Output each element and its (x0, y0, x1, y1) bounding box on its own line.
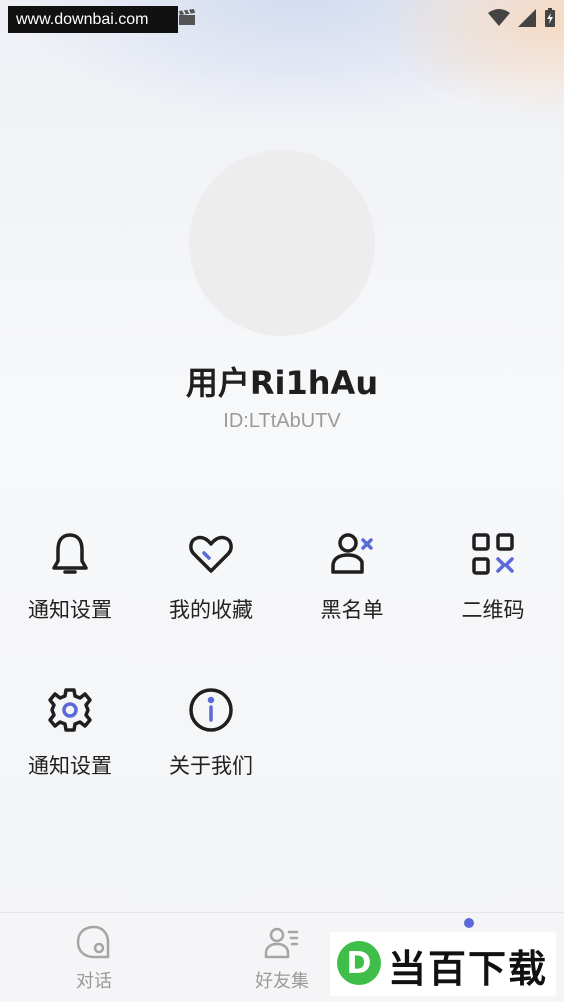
nav-item-contacts[interactable]: 好友集 (222, 923, 342, 993)
brand-logo-icon: D (337, 941, 381, 985)
menu-item-notification-settings[interactable]: 通知设置 (0, 530, 140, 624)
menu-item-label: 二维码 (461, 598, 525, 622)
menu-item-label: 通知设置 (28, 598, 112, 622)
brand-overlay: D 当百下载 (330, 932, 556, 996)
menu-item-about-us[interactable]: 关于我们 (141, 686, 281, 780)
status-bar: www.downbai.com (0, 0, 564, 36)
menu-item-blacklist[interactable]: 黑名单 (282, 530, 422, 624)
heart-icon (189, 535, 233, 573)
clapperboard-icon (179, 9, 195, 25)
menu-item-favorites[interactable]: 我的收藏 (141, 530, 281, 624)
avatar[interactable] (189, 150, 375, 336)
nav-item-label: 对话 (76, 971, 112, 992)
contacts-icon (264, 927, 299, 959)
user-block-icon (331, 533, 373, 574)
gear-icon (48, 688, 92, 732)
chat-icon (76, 925, 110, 959)
menu-item-label: 我的收藏 (169, 598, 253, 622)
wifi-icon (488, 9, 510, 26)
menu-item-settings[interactable]: 通知设置 (0, 686, 140, 780)
battery-charging-icon (545, 8, 555, 27)
bell-icon (52, 533, 88, 574)
menu-item-label: 关于我们 (169, 754, 253, 778)
watermark: www.downbai.com (8, 6, 178, 33)
nav-item-chat[interactable]: 对话 (34, 923, 154, 993)
user-id: ID:LTtAbUTV (223, 410, 341, 432)
brand-text: 当百下载 (388, 947, 549, 991)
nav-item-label: 好友集 (255, 971, 309, 992)
svg-text:D: D (347, 946, 372, 981)
menu-item-qr-code[interactable]: 二维码 (423, 530, 563, 624)
username: 用户Ri1hAu (185, 364, 379, 402)
qr-code-icon (472, 533, 514, 575)
nav-indicator-dot (464, 918, 474, 928)
info-icon (189, 688, 233, 732)
signal-icon (518, 9, 536, 27)
menu-item-label: 黑名单 (320, 598, 384, 622)
menu-item-label: 通知设置 (28, 754, 112, 778)
